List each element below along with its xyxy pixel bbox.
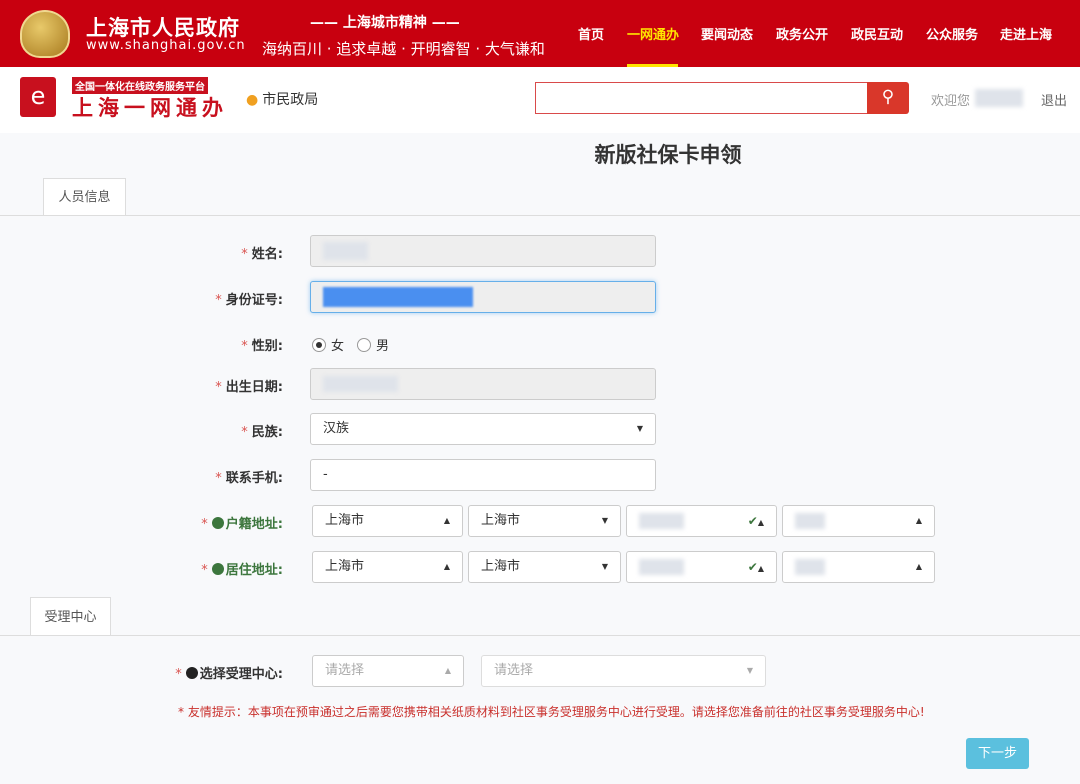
search-icon: ⚲	[881, 87, 895, 107]
gov-emblem-logo[interactable]	[20, 10, 70, 58]
tab-service-center[interactable]: 受理中心	[30, 597, 111, 636]
caret-up-icon: ▲	[444, 666, 451, 675]
caret-down-icon: ▼	[636, 424, 643, 433]
ethnicity-select[interactable]: 汉族 ▼	[310, 413, 656, 445]
gender-label: * 性别:	[241, 339, 283, 354]
caret-down-icon: ▼	[601, 562, 608, 571]
location-selector[interactable]: ● 市民政局	[246, 89, 318, 109]
gender-radio-male[interactable]: 男	[357, 335, 389, 354]
huji-province-select[interactable]: 上海市 ▲	[312, 505, 463, 537]
check-icon: ✔	[747, 514, 758, 528]
caret-up-icon: ▲	[443, 562, 450, 571]
tab-person-info[interactable]: 人员信息	[43, 178, 126, 216]
spirit-slogan: 海纳百川 · 追求卓越 · 开明睿智 · 大气谦和	[262, 40, 545, 58]
gov-url: www.shanghai.gov.cn	[86, 38, 246, 53]
friendly-tip: * 友情提示：本事项在预审通过之后需要您携带相关纸质材料到社区事务受理服务中心进…	[178, 705, 925, 719]
id-label: * 身份证号:	[215, 293, 283, 308]
nav-home[interactable]: 首页	[578, 24, 604, 43]
info-icon	[185, 667, 198, 679]
location-label: 市民政局	[262, 92, 319, 108]
check-icon: ✔	[747, 560, 758, 574]
residence-province-select[interactable]: 上海市 ▲	[312, 551, 463, 583]
birth-date-field[interactable]	[310, 368, 656, 400]
username-redacted	[975, 89, 1023, 107]
residence-street-select[interactable]: ▲	[782, 551, 935, 583]
divider	[0, 215, 1080, 216]
nav-public-service[interactable]: 公众服务	[926, 24, 978, 43]
name-field[interactable]	[310, 235, 656, 267]
search-button[interactable]: ⚲	[867, 82, 909, 114]
logout-link[interactable]: 退出	[1041, 90, 1067, 109]
caret-down-icon: ▼	[746, 666, 753, 675]
phone-label: * 联系手机:	[215, 471, 283, 486]
ethnicity-label: * 民族:	[241, 425, 283, 440]
logo-main[interactable]: 上海一网通办	[72, 92, 228, 122]
center-select[interactable]: 请选择 ▼	[481, 655, 766, 687]
nav-about-shanghai[interactable]: 走进上海	[1000, 24, 1052, 43]
gender-radio-female[interactable]: 女	[312, 335, 344, 354]
nav-public-affairs[interactable]: 政务公开	[776, 24, 828, 43]
page-title: 新版社保卡申领	[594, 143, 742, 167]
welcome-text: 欢迎您	[931, 94, 971, 109]
id-number-field[interactable]	[310, 281, 656, 313]
huji-street-select[interactable]: ▲	[782, 505, 935, 537]
center-label: * 选择受理中心:	[175, 667, 283, 682]
residence-city-select[interactable]: 上海市 ▼	[468, 551, 621, 583]
search-input[interactable]	[535, 82, 868, 114]
info-icon	[211, 517, 224, 529]
next-step-button[interactable]: 下一步	[966, 738, 1029, 769]
nav-yiwangtongban[interactable]: 一网通办	[627, 24, 679, 43]
phone-field[interactable]: -	[310, 459, 656, 491]
nav-interaction[interactable]: 政民互动	[851, 24, 903, 43]
huji-city-select[interactable]: 上海市 ▼	[468, 505, 621, 537]
location-pin-icon: ●	[246, 92, 259, 108]
residence-label: * 居住地址:	[201, 563, 283, 578]
caret-up-icon: ▲	[915, 562, 922, 571]
caret-up-icon: ▲	[443, 516, 450, 525]
divider	[0, 635, 1080, 636]
name-label: * 姓名:	[241, 247, 283, 262]
spirit-title: —— 上海城市精神 ——	[310, 15, 460, 31]
center-district-select[interactable]: 请选择 ▲	[312, 655, 464, 687]
birth-label: * 出生日期:	[215, 380, 283, 395]
huji-label: * 户籍地址:	[201, 517, 283, 532]
caret-up-icon: ▲	[915, 516, 922, 525]
caret-down-icon: ▼	[601, 516, 608, 525]
residence-district-select[interactable]: ✔▲	[626, 551, 777, 583]
info-icon	[211, 563, 224, 575]
yiwangtongban-logo-icon[interactable]: e	[20, 77, 56, 117]
huji-district-select[interactable]: ✔▲	[626, 505, 777, 537]
nav-news[interactable]: 要闻动态	[701, 24, 753, 43]
